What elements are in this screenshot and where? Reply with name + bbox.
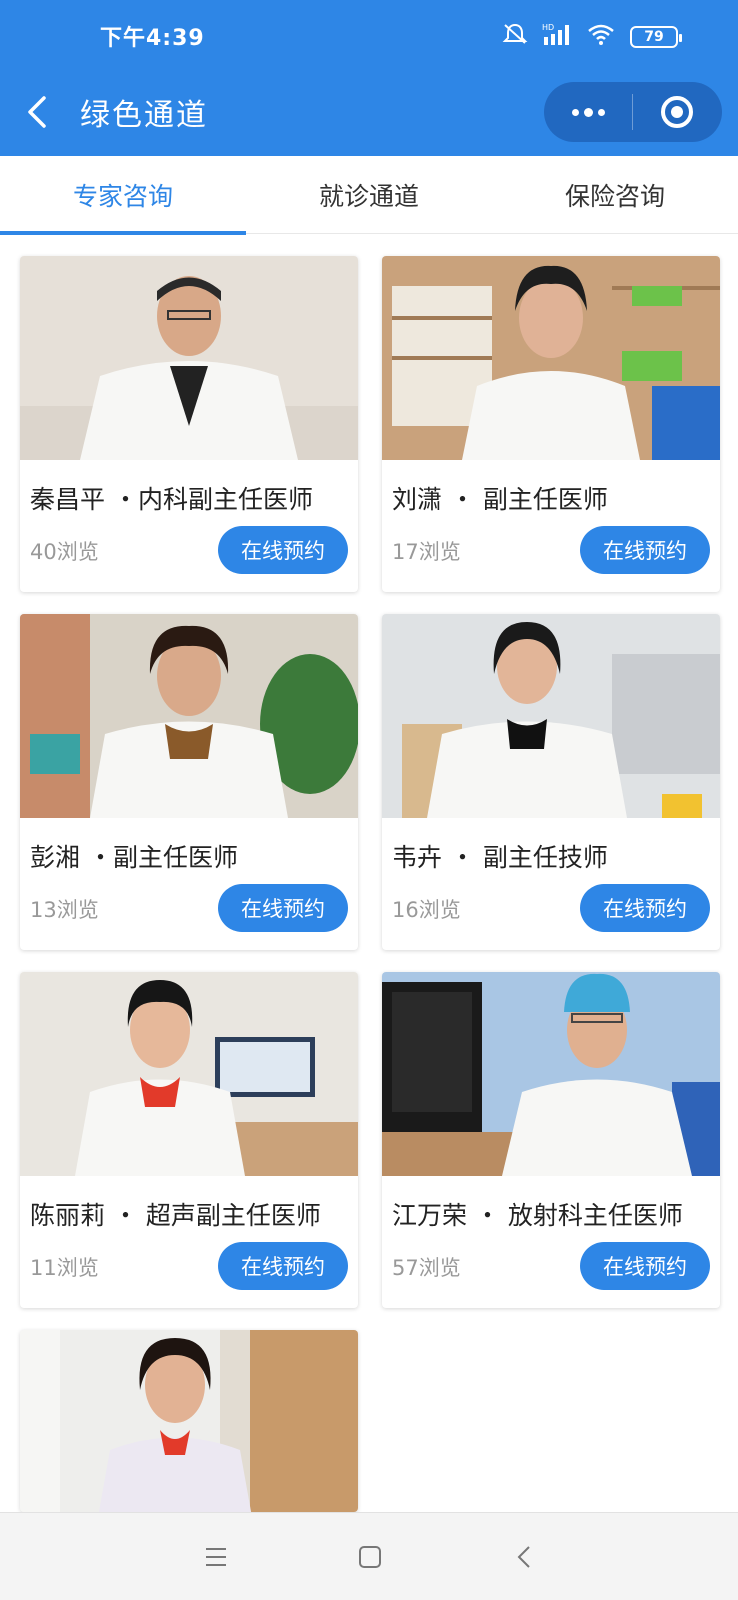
doctor-name-title: 刘潇 ・ 副主任医师: [392, 485, 608, 514]
more-button[interactable]: [544, 82, 632, 142]
back-triangle-icon: [517, 1546, 530, 1568]
view-count: 17浏览: [392, 540, 461, 564]
book-online-button[interactable]: 在线预约: [580, 526, 710, 574]
doctor-photo: [20, 972, 358, 1176]
view-count: 16浏览: [392, 898, 461, 922]
doctor-name-title: 陈丽莉 ・ 超声副主任医师: [30, 1201, 321, 1230]
page-title: 绿色通道: [80, 98, 208, 133]
doctor-card[interactable]: 江万荣 ・ 放射科主任医师 57浏览 在线预约: [382, 972, 720, 1308]
view-count: 11浏览: [30, 1256, 99, 1280]
doctor-name-title: 彭湘 ・副主任医师: [30, 843, 238, 872]
system-nav-bar: [0, 1512, 738, 1600]
view-count: 57浏览: [392, 1256, 461, 1280]
status-time: 下午4:39: [100, 26, 205, 51]
mini-program-capsule: [544, 82, 722, 142]
close-mini-program-button[interactable]: [633, 82, 721, 142]
home-square-icon: [359, 1546, 381, 1568]
doctor-card[interactable]: 陈丽莉 ・ 超声副主任医师 11浏览 在线预约: [20, 972, 358, 1308]
status-icons: HD 79: [502, 22, 682, 51]
doctor-photo: [20, 1330, 358, 1512]
doctor-name-title: 韦卉 ・ 副主任技师: [392, 843, 608, 872]
book-online-button[interactable]: 在线预约: [218, 526, 348, 574]
menu-button[interactable]: [198, 1541, 234, 1573]
book-online-button[interactable]: 在线预约: [580, 1242, 710, 1290]
hd-label: HD: [542, 23, 554, 32]
doctor-card[interactable]: [20, 1330, 358, 1512]
book-online-button[interactable]: 在线预约: [218, 1242, 348, 1290]
battery-icon: 79: [630, 25, 682, 48]
top-bar: 下午4:39 HD 79 绿色通道: [0, 0, 738, 156]
target-ring-icon: [661, 96, 693, 128]
chevron-left-icon: [28, 96, 46, 128]
doctor-photo: [20, 614, 358, 818]
tab-expert-consult[interactable]: 专家咨询: [0, 156, 246, 235]
view-count: 40浏览: [30, 540, 99, 564]
category-tabs: 专家咨询 就诊通道 保险咨询: [0, 156, 738, 235]
signal-icon: HD: [542, 22, 572, 51]
tab-insurance-consult[interactable]: 保险咨询: [492, 156, 738, 234]
doctor-photo: [382, 972, 720, 1176]
book-online-button[interactable]: 在线预约: [218, 884, 348, 932]
back-button[interactable]: [26, 88, 62, 136]
doctor-card[interactable]: 韦卉 ・ 副主任技师 16浏览 在线预约: [382, 614, 720, 950]
more-dots-icon: [571, 108, 579, 116]
menu-icon: [206, 1548, 226, 1566]
doctor-card[interactable]: 彭湘 ・副主任医师 13浏览 在线预约: [20, 614, 358, 950]
doctor-name-title: 秦昌平 ・内科副主任医师: [30, 485, 313, 514]
doctor-card[interactable]: 刘潇 ・ 副主任医师 17浏览 在线预约: [382, 256, 720, 592]
home-button[interactable]: [352, 1541, 388, 1573]
doctor-photo: [20, 256, 358, 460]
doctor-name-title: 江万荣 ・ 放射科主任医师: [392, 1201, 683, 1230]
system-back-button[interactable]: [506, 1541, 542, 1573]
wifi-icon: [586, 22, 616, 51]
mute-alarm-icon: [502, 22, 528, 51]
tab-visit-channel[interactable]: 就诊通道: [246, 156, 492, 234]
doctor-photo: [382, 614, 720, 818]
doctor-photo: [382, 256, 720, 460]
book-online-button[interactable]: 在线预约: [580, 884, 710, 932]
doctor-card[interactable]: 秦昌平 ・内科副主任医师 40浏览 在线预约: [20, 256, 358, 592]
view-count: 13浏览: [30, 898, 99, 922]
